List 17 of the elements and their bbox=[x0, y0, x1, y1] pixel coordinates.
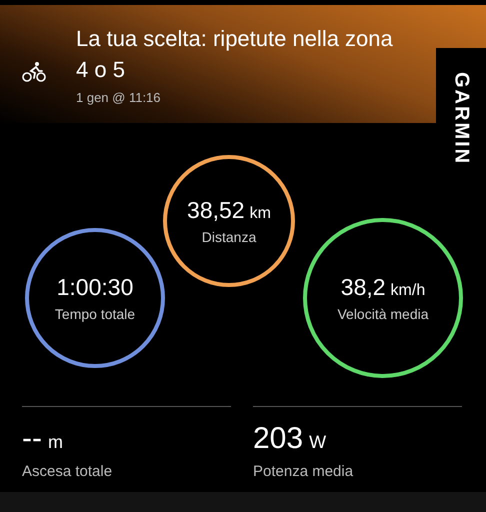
activity-title: La tua scelta: ripetute nella zona 4 o 5 bbox=[76, 25, 394, 84]
stat-unit: W bbox=[309, 432, 326, 452]
stat-value: 38,52 bbox=[187, 197, 245, 223]
stat-value: 38,2 bbox=[340, 274, 386, 300]
stat-label: Potenza media bbox=[253, 463, 354, 480]
cyclist-icon bbox=[22, 61, 46, 83]
stat-label: Velocità media bbox=[337, 306, 429, 322]
stat-label: Tempo totale bbox=[54, 306, 136, 322]
stat-unit: m bbox=[48, 432, 63, 452]
activity-date: 1 gen @ 11:16 bbox=[76, 90, 162, 105]
stat-value: 1:00:30 bbox=[56, 274, 134, 300]
stat-value: -- bbox=[22, 422, 42, 455]
stat-unit: km/h bbox=[390, 282, 426, 299]
stat-value: 203 bbox=[253, 422, 304, 455]
stat-unit: km bbox=[250, 205, 271, 222]
stat-label: Distanza bbox=[202, 229, 256, 245]
stat-label: Ascesa totale bbox=[22, 463, 114, 480]
